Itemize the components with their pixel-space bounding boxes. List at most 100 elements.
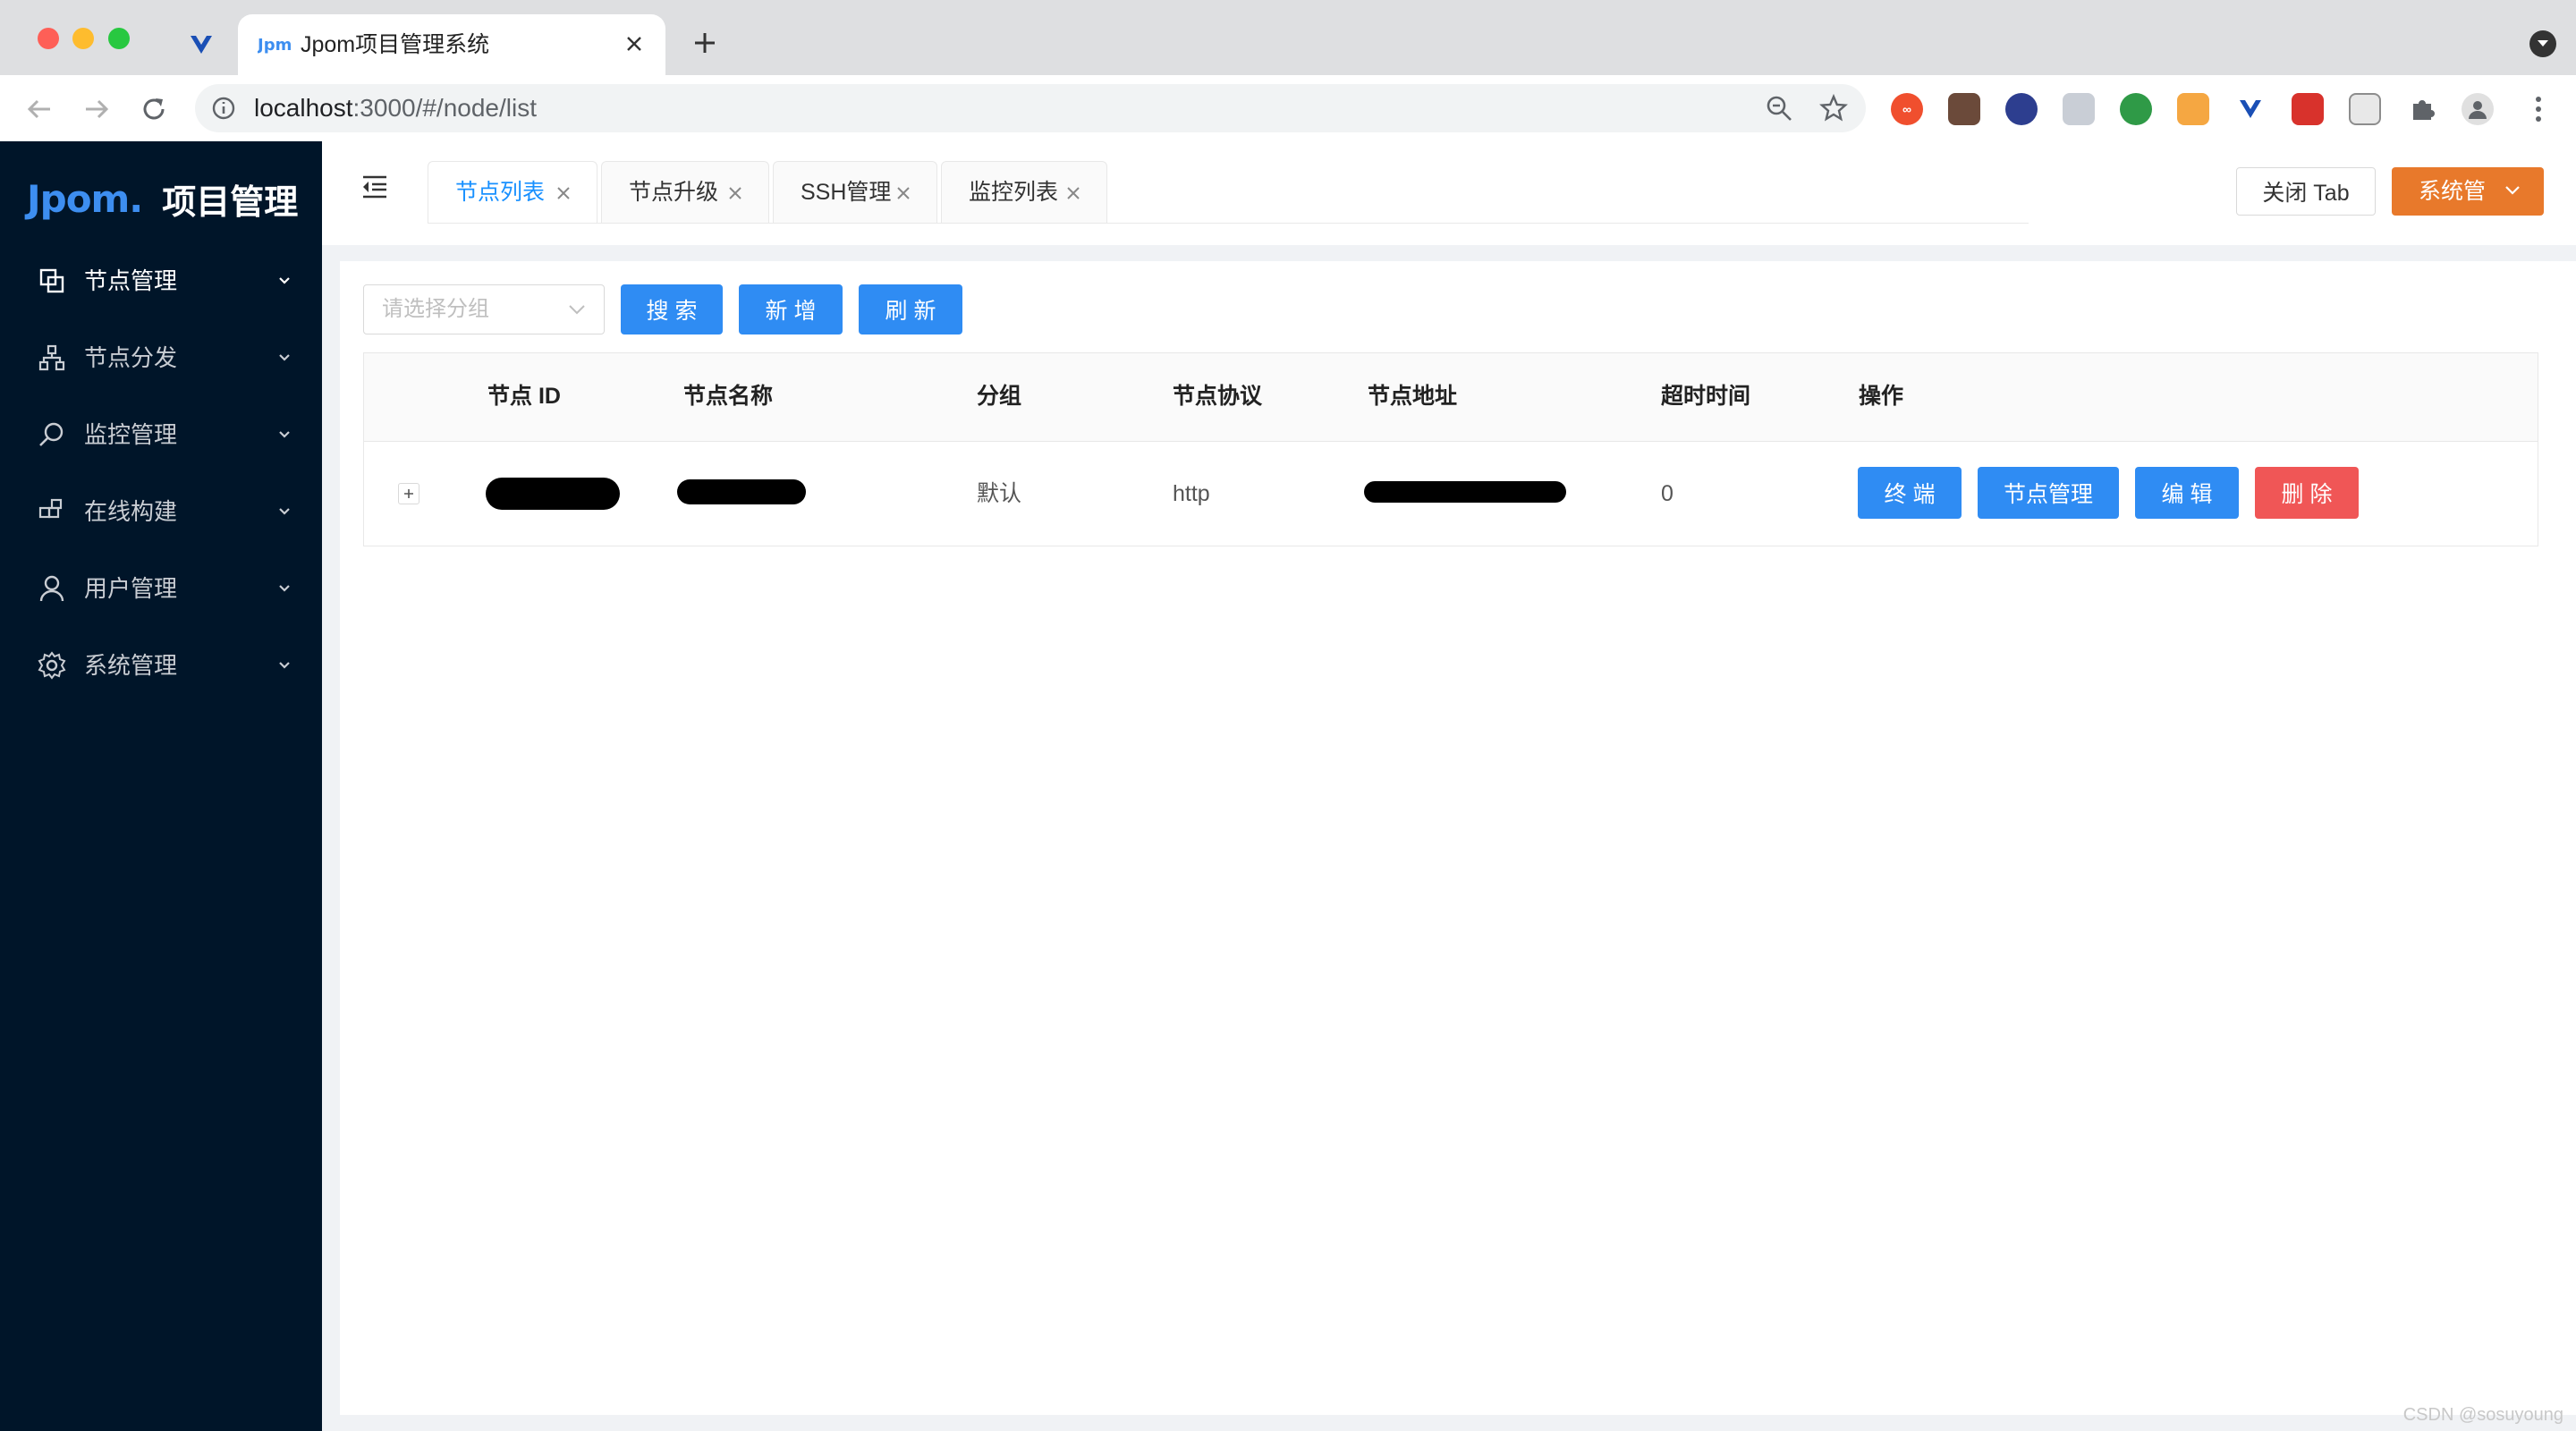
logo-mark: Jpom. bbox=[27, 176, 143, 221]
jpom-app: Jpom. 项目管理 节点管理 节点分发 监控管理 在线构建 用户管理 系统管理… bbox=[0, 141, 2576, 1431]
new-tab-plus-icon[interactable] bbox=[689, 27, 721, 59]
sidebar-item-label: 节点分发 bbox=[84, 344, 178, 371]
tab-close-icon[interactable] bbox=[555, 185, 572, 201]
gear-icon bbox=[38, 651, 66, 680]
main-content: 请选择分组 搜 索 新 增 刷 新 节点 ID 节点名称 分组 节点协议 节点地… bbox=[340, 261, 2576, 1415]
jpom-favicon-icon: Jpm bbox=[256, 30, 293, 57]
bookmark-star-icon[interactable] bbox=[1819, 93, 1848, 123]
tab-close-icon[interactable] bbox=[895, 185, 911, 201]
browser-tab-close-icon[interactable] bbox=[619, 29, 649, 59]
browser-tab-title: Jpom项目管理系统 bbox=[301, 32, 490, 57]
chevron-down-icon bbox=[279, 662, 290, 669]
forward-arrow-icon[interactable] bbox=[79, 91, 114, 127]
tab-search-chevron-icon[interactable] bbox=[2529, 30, 2556, 57]
extension-pdf-icon[interactable] bbox=[2292, 93, 2324, 125]
column-header-group[interactable]: 分组 bbox=[977, 380, 1021, 412]
table-row: 默认 http 0 终 端 节点管理 编 辑 删 除 bbox=[364, 442, 2538, 546]
column-header-actions: 操作 bbox=[1859, 384, 1904, 409]
address-bar[interactable]: localhost:3000/#/node/list bbox=[195, 84, 1866, 132]
extension-json-icon[interactable] bbox=[2349, 93, 2381, 125]
column-header-node-id[interactable]: 节点 ID bbox=[487, 380, 561, 412]
chevron-down-icon bbox=[279, 431, 290, 438]
window-zoom-button[interactable] bbox=[108, 28, 130, 49]
extensions-puzzle-icon[interactable] bbox=[2406, 93, 2438, 125]
column-header-protocol[interactable]: 节点协议 bbox=[1173, 380, 1262, 412]
menu-fold-icon[interactable] bbox=[360, 172, 390, 202]
site-info-icon[interactable] bbox=[211, 96, 236, 121]
group-select[interactable]: 请选择分组 bbox=[363, 284, 605, 334]
sidebar: Jpom. 项目管理 节点管理 节点分发 监控管理 在线构建 用户管理 系统管理 bbox=[0, 141, 322, 1431]
tab-label: 节点列表 bbox=[455, 180, 546, 205]
redacted-node-address bbox=[1364, 481, 1566, 503]
terminal-button[interactable]: 终 端 bbox=[1858, 467, 1962, 519]
sidebar-item-online-build[interactable]: 在线构建 bbox=[0, 476, 322, 547]
extension-infinity-icon[interactable]: ∞ bbox=[1891, 93, 1923, 125]
back-arrow-icon[interactable] bbox=[21, 91, 57, 127]
url-path: :3000/#/node/list bbox=[352, 94, 538, 122]
sidebar-item-system-management[interactable]: 系统管理 bbox=[0, 630, 322, 701]
reload-icon[interactable] bbox=[136, 91, 172, 127]
tab-ssh-management[interactable]: SSH管理 bbox=[773, 161, 937, 224]
cell-protocol: http bbox=[1173, 481, 1210, 506]
window-minimize-button[interactable] bbox=[72, 28, 94, 49]
tab-close-icon[interactable] bbox=[1065, 185, 1081, 201]
distribute-icon bbox=[38, 344, 65, 371]
extension-firefox-icon[interactable] bbox=[2005, 93, 2038, 125]
extension-hexagon-icon[interactable] bbox=[2177, 93, 2209, 125]
cell-group: 默认 bbox=[977, 481, 1022, 506]
sidebar-item-label: 系统管理 bbox=[84, 652, 178, 679]
pinned-tab-icon[interactable] bbox=[183, 27, 219, 63]
tabs-divider bbox=[428, 223, 2029, 224]
url-host: localhost bbox=[254, 94, 353, 122]
system-management-dropdown-button[interactable]: 系统管 bbox=[2392, 167, 2544, 216]
sidebar-item-node-distribute[interactable]: 节点分发 bbox=[0, 322, 322, 394]
extension-screen-icon[interactable] bbox=[2063, 93, 2095, 125]
profile-avatar-icon[interactable] bbox=[2462, 93, 2494, 125]
sidebar-item-node-management[interactable]: 节点管理 bbox=[0, 245, 322, 317]
sidebar-item-label: 在线构建 bbox=[84, 498, 178, 525]
refresh-button[interactable]: 刷 新 bbox=[859, 284, 962, 334]
chevron-down-icon bbox=[279, 277, 290, 284]
browser-tab-active[interactable]: Jpm Jpom项目管理系统 bbox=[238, 14, 665, 75]
app-logo: Jpom. 项目管理 bbox=[27, 172, 298, 225]
node-table: 节点 ID 节点名称 分组 节点协议 节点地址 超时时间 操作 默认 http … bbox=[363, 352, 2538, 546]
chevron-down-icon bbox=[279, 585, 290, 592]
row-expand-icon[interactable] bbox=[398, 483, 419, 504]
extension-photo-icon[interactable] bbox=[1948, 93, 1980, 125]
extension-v-icon[interactable] bbox=[2234, 93, 2267, 125]
tab-label: SSH管理 bbox=[801, 180, 892, 205]
app-header: 节点列表 节点升级 SSH管理 监控列表 关闭 Tab 系统管 bbox=[322, 141, 2576, 245]
edit-button[interactable]: 编 辑 bbox=[2135, 467, 2239, 519]
search-button[interactable]: 搜 索 bbox=[621, 284, 723, 334]
redacted-node-name bbox=[677, 479, 806, 504]
add-button[interactable]: 新 增 bbox=[739, 284, 843, 334]
nodes-icon bbox=[39, 268, 64, 293]
close-tab-button[interactable]: 关闭 Tab bbox=[2236, 167, 2376, 216]
browser-menu-dots-icon[interactable] bbox=[2522, 93, 2555, 125]
sidebar-item-label: 监控管理 bbox=[84, 421, 178, 448]
system-button-label: 系统管 bbox=[2419, 179, 2487, 204]
tab-node-upgrade[interactable]: 节点升级 bbox=[601, 161, 769, 224]
cell-timeout: 0 bbox=[1661, 481, 1674, 506]
node-manage-button[interactable]: 节点管理 bbox=[1978, 467, 2119, 519]
chevron-down-icon bbox=[279, 354, 290, 361]
table-header: 节点 ID 节点名称 分组 节点协议 节点地址 超时时间 操作 bbox=[364, 353, 2538, 442]
tab-label: 监控列表 bbox=[969, 180, 1059, 205]
chevron-down-icon bbox=[569, 305, 585, 315]
tab-close-icon[interactable] bbox=[727, 185, 743, 201]
extension-globe-icon[interactable] bbox=[2120, 93, 2152, 125]
group-select-placeholder: 请选择分组 bbox=[382, 297, 489, 321]
sidebar-item-label: 用户管理 bbox=[84, 575, 178, 602]
tab-node-list[interactable]: 节点列表 bbox=[428, 161, 597, 224]
monitor-icon bbox=[39, 422, 64, 446]
sidebar-item-user-management[interactable]: 用户管理 bbox=[0, 553, 322, 624]
column-header-timeout[interactable]: 超时时间 bbox=[1661, 380, 1750, 412]
tab-monitor-list[interactable]: 监控列表 bbox=[941, 161, 1107, 224]
zoom-icon[interactable] bbox=[1766, 95, 1792, 122]
window-close-button[interactable] bbox=[38, 28, 59, 49]
address-url[interactable]: localhost:3000/#/node/list bbox=[254, 93, 537, 123]
column-header-address[interactable]: 节点地址 bbox=[1368, 380, 1457, 412]
column-header-node-name[interactable]: 节点名称 bbox=[683, 380, 773, 412]
sidebar-item-monitor[interactable]: 监控管理 bbox=[0, 399, 322, 470]
delete-button[interactable]: 删 除 bbox=[2255, 467, 2359, 519]
